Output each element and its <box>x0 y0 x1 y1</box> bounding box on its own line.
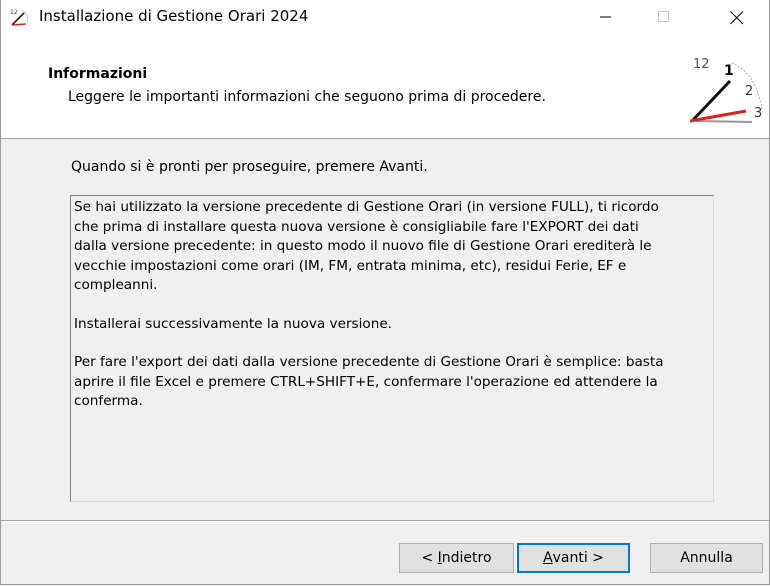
page-description: Leggere le importanti informazioni che s… <box>68 89 546 105</box>
installer-window: 12 Installazione di Gestione Orari 2024 … <box>0 0 770 585</box>
minimize-icon <box>600 16 611 18</box>
info-paragraph: Installerai successivamente la nuova ver… <box>74 315 393 332</box>
next-button[interactable]: Avanti > <box>517 543 630 573</box>
svg-text:12: 12 <box>10 9 18 16</box>
installer-clock-icon: 12 <box>10 9 29 26</box>
maximize-icon <box>658 11 669 22</box>
cancel-button[interactable]: Annulla <box>650 543 763 573</box>
next-button-accel: A <box>543 550 553 566</box>
next-button-label: vanti > <box>552 550 604 566</box>
close-button[interactable] <box>713 0 759 32</box>
cancel-button-label: Annulla <box>680 550 733 566</box>
intro-text: Quando si è pronti per proseguire, preme… <box>71 159 428 175</box>
title-bar[interactable]: 12 Installazione di Gestione Orari 2024 <box>1 0 769 32</box>
info-paragraph: Per fare l'export dei dati dalla version… <box>74 354 664 409</box>
maximize-button[interactable] <box>641 0 687 32</box>
wizard-header: Informazioni Leggere le importanti infor… <box>1 32 769 139</box>
back-button[interactable]: < Indietro <box>399 543 514 573</box>
clock-icon: 12 1 2 3 <box>689 57 763 123</box>
clock-number-2: 2 <box>745 84 753 99</box>
footer-separator <box>1 520 769 522</box>
back-button-prefix: < <box>421 550 438 566</box>
info-memo[interactable]: Se hai utilizzato la versione precedente… <box>70 195 714 502</box>
clock-number-12: 12 <box>693 57 710 72</box>
clock-number-3: 3 <box>754 106 762 121</box>
minimize-button[interactable] <box>583 0 629 32</box>
info-paragraph: Se hai utilizzato la versione precedente… <box>74 199 659 293</box>
page-title: Informazioni <box>48 66 148 82</box>
clock-number-1: 1 <box>724 63 734 79</box>
close-icon <box>730 11 744 25</box>
back-button-label: ndietro <box>441 550 492 566</box>
window-title: Installazione di Gestione Orari 2024 <box>39 7 309 25</box>
